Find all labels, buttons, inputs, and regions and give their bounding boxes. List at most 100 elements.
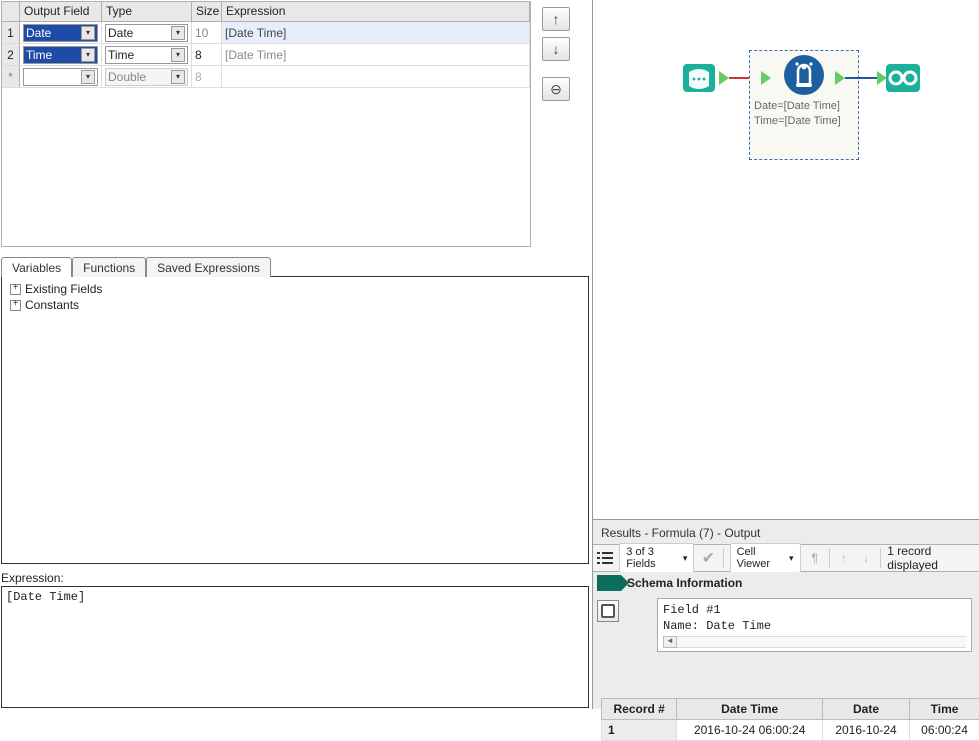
schema-info: Field #1 Name: Date Time ◄: [657, 598, 972, 652]
size-cell[interactable]: 8: [192, 66, 222, 87]
results-body: Schema Information Field #1 Name: Date T…: [593, 572, 979, 702]
header-output-field[interactable]: Output Field: [20, 2, 102, 21]
chevron-down-icon[interactable]: ▾: [81, 70, 95, 84]
type-cell[interactable]: Time ▾: [102, 44, 192, 65]
header-size[interactable]: Size: [192, 2, 222, 21]
workspace-panel: Date=[Date Time] Time=[Date Time] Result…: [592, 0, 979, 709]
input-anchor[interactable]: [761, 71, 771, 85]
arrow-down-icon[interactable]: ↓: [858, 549, 874, 567]
tree-node-existing-fields[interactable]: + Existing Fields: [10, 281, 580, 297]
expand-icon[interactable]: +: [10, 284, 21, 295]
fields-count-label: 3 of 3 Fields: [626, 546, 680, 570]
chevron-down-icon[interactable]: ▾: [171, 26, 185, 40]
check-icon[interactable]: ✔: [700, 549, 716, 567]
grid-row[interactable]: 2 Time ▾ Time ▾ 8 [Date Time]: [2, 44, 530, 66]
output-field-combo[interactable]: ▾: [23, 68, 98, 86]
header-expression[interactable]: Expression: [222, 2, 530, 21]
type-combo[interactable]: Time ▾: [105, 46, 188, 64]
tab-strip: Variables Functions Saved Expressions: [1, 254, 589, 276]
chevron-down-icon[interactable]: ▾: [171, 70, 185, 84]
tab-functions[interactable]: Functions: [72, 257, 146, 277]
arrow-up-icon[interactable]: ↑: [836, 549, 852, 567]
results-table: Record # Date Time Date Time 1 2016-10-2…: [601, 698, 979, 741]
preview-icon: [600, 603, 616, 619]
output-field-cell[interactable]: Date ▾: [20, 22, 102, 43]
output-field-cell[interactable]: Time ▾: [20, 44, 102, 65]
col-time[interactable]: Time: [910, 699, 979, 720]
tab-saved-expressions[interactable]: Saved Expressions: [146, 257, 271, 277]
type-value: Time: [108, 48, 134, 62]
preview-button[interactable]: [597, 600, 619, 622]
annotation-line: Date=[Date Time]: [754, 99, 854, 114]
cell-viewer-dropdown[interactable]: Cell Viewer ▾: [730, 543, 801, 573]
move-up-button[interactable]: ↑: [542, 7, 570, 31]
cell-date: 2016-10-24: [822, 720, 909, 741]
col-date[interactable]: Date: [822, 699, 909, 720]
results-toolbar: 3 of 3 Fields ▾ ✔ Cell Viewer ▾ ¶ ↑ ↓ 1 …: [593, 544, 979, 572]
type-combo[interactable]: Date ▾: [105, 24, 188, 42]
expression-cell[interactable]: [Date Time]: [222, 22, 530, 43]
browse-tool[interactable]: [883, 58, 923, 98]
flag-icon: [597, 575, 621, 591]
table-row[interactable]: 1 2016-10-24 06:00:24 2016-10-24 06:00:2…: [602, 720, 979, 741]
col-record[interactable]: Record #: [602, 699, 677, 720]
output-field-value: Time: [26, 48, 52, 62]
expression-cell[interactable]: [Date Time]: [222, 44, 530, 65]
reference-tabs: Variables Functions Saved Expressions + …: [1, 254, 589, 564]
arrow-up-icon: ↑: [553, 11, 560, 27]
expression-label: Expression:: [1, 571, 64, 585]
formula-tool-container[interactable]: Date=[Date Time] Time=[Date Time]: [749, 50, 859, 160]
type-cell[interactable]: Double ▾: [102, 66, 192, 87]
type-value: Date: [108, 26, 133, 40]
cell-time: 06:00:24: [910, 720, 979, 741]
list-icon[interactable]: [597, 549, 613, 567]
type-combo[interactable]: Double ▾: [105, 68, 188, 86]
results-panel: Results - Formula (7) - Output 3 of 3 Fi…: [593, 522, 979, 708]
grid-row[interactable]: 1 Date ▾ Date ▾ 10 [Date Time]: [2, 22, 530, 44]
scrollbar-track[interactable]: [677, 636, 966, 648]
header-type[interactable]: Type: [102, 2, 192, 21]
expression-editor[interactable]: [Date Time]: [1, 586, 589, 708]
scroll-left-icon[interactable]: ◄: [663, 636, 677, 648]
tab-variables[interactable]: Variables: [1, 257, 72, 277]
browse-tool-icon: [883, 58, 923, 98]
expression-cell[interactable]: [222, 66, 530, 87]
expand-icon[interactable]: +: [10, 300, 21, 311]
cell-datetime: 2016-10-24 06:00:24: [677, 720, 823, 741]
annotation-line: Time=[Date Time]: [754, 114, 854, 129]
workflow-canvas[interactable]: Date=[Date Time] Time=[Date Time]: [593, 0, 979, 520]
tree-node-constants[interactable]: + Constants: [10, 297, 580, 313]
record-count-label: 1 record displayed: [887, 544, 976, 572]
grid-side-buttons: ↑ ↓ ⊖: [531, 1, 581, 247]
output-field-combo[interactable]: Date ▾: [23, 24, 98, 42]
output-field-cell[interactable]: ▾: [20, 66, 102, 87]
header-rownum: [2, 2, 20, 21]
chevron-down-icon[interactable]: ▾: [81, 48, 95, 62]
output-field-combo[interactable]: Time ▾: [23, 46, 98, 64]
remove-row-button[interactable]: ⊖: [542, 77, 570, 101]
formula-grid: Output Field Type Size Expression 1 Date…: [1, 1, 531, 247]
formula-grid-area: Output Field Type Size Expression 1 Date…: [1, 1, 589, 249]
separator: [723, 548, 724, 568]
schema-title: Schema Information: [627, 576, 742, 590]
output-anchor[interactable]: [719, 71, 729, 85]
minus-circle-icon: ⊖: [550, 81, 562, 98]
size-cell[interactable]: 10: [192, 22, 222, 43]
schema-field-num: Field #1: [663, 602, 966, 618]
col-datetime[interactable]: Date Time: [677, 699, 823, 720]
grid-row-new[interactable]: * ▾ Double ▾ 8: [2, 66, 530, 88]
separator: [829, 548, 830, 568]
table-header-row: Record # Date Time Date Time: [602, 699, 979, 720]
chevron-down-icon[interactable]: ▾: [171, 48, 185, 62]
input-data-tool[interactable]: [679, 58, 719, 98]
size-cell[interactable]: 8: [192, 44, 222, 65]
results-title: Results - Formula (7) - Output: [593, 522, 979, 544]
move-down-button[interactable]: ↓: [542, 37, 570, 61]
type-cell[interactable]: Date ▾: [102, 22, 192, 43]
pilcrow-icon[interactable]: ¶: [807, 549, 823, 567]
cell-record: 1: [602, 720, 677, 741]
chevron-down-icon[interactable]: ▾: [81, 26, 95, 40]
fields-dropdown[interactable]: 3 of 3 Fields ▾: [619, 543, 694, 573]
type-value: Double: [108, 70, 146, 84]
output-anchor[interactable]: [835, 71, 845, 85]
